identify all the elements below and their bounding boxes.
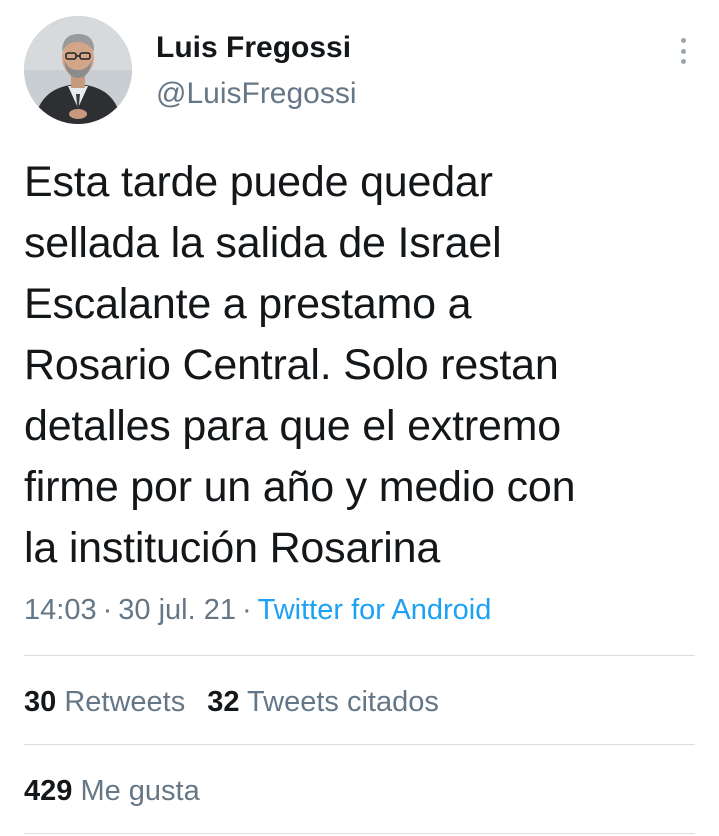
- avatar-photo: [24, 16, 132, 124]
- tweet-time[interactable]: 14:03: [24, 594, 97, 626]
- tweet-source-link[interactable]: Twitter for Android: [258, 594, 492, 626]
- likes-row: 429 Me gusta: [24, 771, 222, 811]
- user-handle[interactable]: @LuisFregossi: [156, 76, 357, 112]
- retweets-count: 30: [24, 686, 57, 718]
- display-name[interactable]: Luis Fregossi: [156, 30, 357, 66]
- menu-dot: [680, 59, 686, 64]
- tweet-text-line: la institución Rosarina: [24, 524, 441, 572]
- likes-label: Me gusta: [80, 775, 200, 807]
- avatar[interactable]: [24, 16, 132, 124]
- meta-separator: ·: [102, 594, 113, 626]
- tweet-text-line: Escalante a prestamo a: [24, 280, 472, 328]
- engagement-stats: 30 Retweets 32 Tweets citados: [24, 682, 461, 722]
- author-names: Luis Fregossi @LuisFregossi: [156, 30, 357, 112]
- tweet-text-line: sellada la salida de Israel: [24, 219, 502, 267]
- likes-stat[interactable]: 429 Me gusta: [24, 771, 200, 811]
- tweet-text-line: firme por un año y medio con: [24, 463, 576, 511]
- tweet-header: Luis Fregossi @LuisFregossi: [24, 16, 695, 124]
- menu-dot: [680, 48, 686, 54]
- tweet-text: Esta tarde puede quedar sellada la salid…: [24, 152, 704, 579]
- likes-count: 429: [24, 775, 73, 807]
- divider: [24, 744, 695, 745]
- more-vertical-icon[interactable]: [671, 34, 695, 68]
- divider: [24, 655, 695, 656]
- meta-separator: ·: [241, 594, 252, 626]
- tweet-text-line: detalles para que el extremo: [24, 402, 562, 450]
- quote-tweets-count: 32: [207, 686, 240, 718]
- retweets-label: Retweets: [64, 686, 186, 718]
- tweet-date[interactable]: 30 jul. 21: [118, 594, 236, 626]
- tweet-meta: 14:03 · 30 jul. 21 · Twitter for Android: [24, 590, 491, 630]
- menu-dot: [680, 38, 686, 43]
- retweets-stat[interactable]: 30 Retweets: [24, 682, 185, 722]
- divider: [24, 833, 695, 834]
- tweet-text-line: Esta tarde puede quedar: [24, 158, 493, 206]
- quote-tweets-stat[interactable]: 32 Tweets citados: [207, 682, 439, 722]
- tweet-text-line: Rosario Central. Solo restan: [24, 341, 559, 389]
- quote-tweets-label: Tweets citados: [247, 686, 439, 718]
- tweet-card: Luis Fregossi @LuisFregossi Esta tarde p…: [0, 0, 719, 836]
